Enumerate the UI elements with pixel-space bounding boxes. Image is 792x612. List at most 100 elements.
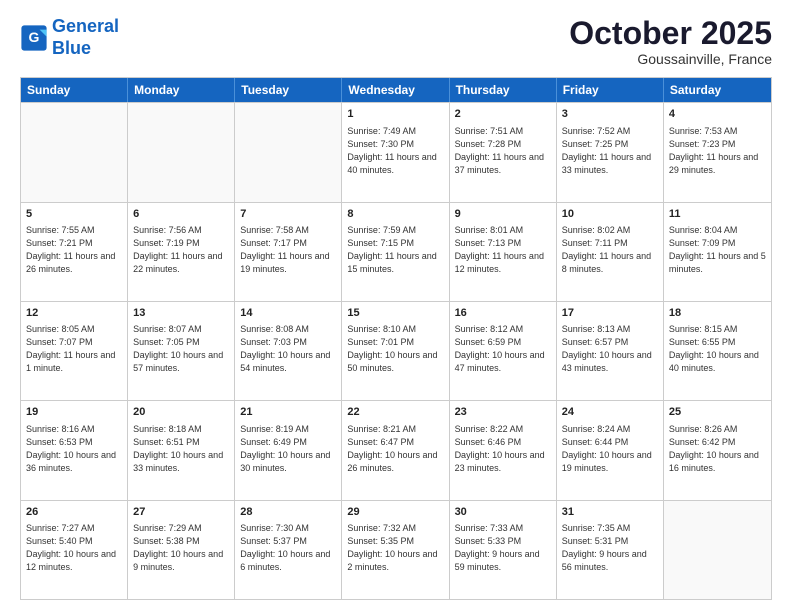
day-number: 28 [240,505,336,520]
logo: G General Blue [20,16,119,59]
day-number: 31 [562,505,658,520]
day-cell-31: 31 Sunrise: 7:35 AMSunset: 5:31 PMDayligh… [557,501,664,599]
day-number: 23 [455,405,551,420]
day-number: 11 [669,207,766,222]
day-number: 10 [562,207,658,222]
location-subtitle: Goussainville, France [569,51,772,67]
day-cell-28: 28 Sunrise: 7:30 AMSunset: 5:37 PMDayligh… [235,501,342,599]
day-number: 1 [347,107,443,122]
cell-info: Sunrise: 7:35 AMSunset: 5:31 PMDaylight:… [562,522,658,574]
day-cell-29: 29Sunrise: 7:32 AMSunset: 5:35 PMDayligh… [342,501,449,599]
day-cell-24: 24 Sunrise: 8:24 AMSunset: 6:44 PMDayligh… [557,401,664,499]
cell-info: Sunrise: 8:05 AMSunset: 7:07 PMDaylight:… [26,323,122,375]
day-number: 13 [133,306,229,321]
header-day-wednesday: Wednesday [342,78,449,102]
logo-line2: Blue [52,38,91,58]
day-number: 8 [347,207,443,222]
logo-line1: General [52,16,119,36]
cell-info: Sunrise: 8:01 AMSunset: 7:13 PMDaylight:… [455,224,551,276]
cell-info: Sunrise: 7:27 AMSunset: 5:40 PMDaylight:… [26,522,122,574]
day-number: 19 [26,405,122,420]
day-number: 26 [26,505,122,520]
header: G General Blue October 2025 Goussainvill… [20,16,772,67]
day-cell-16: 16 Sunrise: 8:12 AMSunset: 6:59 PMDayligh… [450,302,557,400]
day-number: 30 [455,505,551,520]
day-cell-22: 22 Sunrise: 8:21 AMSunset: 6:47 PMDayligh… [342,401,449,499]
day-cell-5: 5Sunrise: 7:55 AMSunset: 7:21 PMDaylight… [21,203,128,301]
title-block: October 2025 Goussainville, France [569,16,772,67]
cell-info: Sunrise: 8:18 AMSunset: 6:51 PMDaylight:… [133,423,229,475]
cell-info: Sunrise: 8:04 AMSunset: 7:09 PMDaylight:… [669,224,766,276]
day-number: 5 [26,207,122,222]
calendar-row-1: 5Sunrise: 7:55 AMSunset: 7:21 PMDaylight… [21,202,771,301]
day-cell-21: 21Sunrise: 8:19 AMSunset: 6:49 PMDayligh… [235,401,342,499]
day-cell-30: 30Sunrise: 7:33 AMSunset: 5:33 PMDayligh… [450,501,557,599]
cell-info: Sunrise: 8:24 AMSunset: 6:44 PMDaylight:… [562,423,658,475]
calendar-grid: SundayMondayTuesdayWednesdayThursdayFrid… [20,77,772,600]
header-day-saturday: Saturday [664,78,771,102]
day-cell-26: 26 Sunrise: 7:27 AMSunset: 5:40 PMDayligh… [21,501,128,599]
cell-info: Sunrise: 8:15 AMSunset: 6:55 PMDaylight:… [669,323,766,375]
day-number: 9 [455,207,551,222]
day-number: 17 [562,306,658,321]
day-number: 3 [562,107,658,122]
cell-info: Sunrise: 7:52 AMSunset: 7:25 PMDaylight:… [562,125,658,177]
cell-info: Sunrise: 7:56 AMSunset: 7:19 PMDaylight:… [133,224,229,276]
cell-info: Sunrise: 8:07 AMSunset: 7:05 PMDaylight:… [133,323,229,375]
day-number: 20 [133,405,229,420]
empty-cell [664,501,771,599]
cell-info: Sunrise: 7:58 AMSunset: 7:17 PMDaylight:… [240,224,336,276]
day-cell-13: 13 Sunrise: 8:07 AMSunset: 7:05 PMDayligh… [128,302,235,400]
cell-info: Sunrise: 7:30 AMSunset: 5:37 PMDaylight:… [240,522,336,574]
day-cell-12: 12 Sunrise: 8:05 AMSunset: 7:07 PMDayligh… [21,302,128,400]
day-cell-4: 4Sunrise: 7:53 AMSunset: 7:23 PMDaylight… [664,103,771,201]
day-number: 12 [26,306,122,321]
day-cell-6: 6 Sunrise: 7:56 AMSunset: 7:19 PMDaylight… [128,203,235,301]
day-number: 4 [669,107,766,122]
header-day-thursday: Thursday [450,78,557,102]
header-day-sunday: Sunday [21,78,128,102]
cell-info: Sunrise: 8:13 AMSunset: 6:57 PMDaylight:… [562,323,658,375]
cell-info: Sunrise: 8:12 AMSunset: 6:59 PMDaylight:… [455,323,551,375]
day-number: 6 [133,207,229,222]
cell-info: Sunrise: 8:08 AMSunset: 7:03 PMDaylight:… [240,323,336,375]
day-cell-1: 1 Sunrise: 7:49 AMSunset: 7:30 PMDaylight… [342,103,449,201]
day-number: 27 [133,505,229,520]
day-cell-15: 15 Sunrise: 8:10 AMSunset: 7:01 PMDayligh… [342,302,449,400]
day-cell-19: 19 Sunrise: 8:16 AMSunset: 6:53 PMDayligh… [21,401,128,499]
cell-info: Sunrise: 7:51 AMSunset: 7:28 PMDaylight:… [455,125,551,177]
day-cell-7: 7Sunrise: 7:58 AMSunset: 7:17 PMDaylight… [235,203,342,301]
day-number: 21 [240,405,336,420]
day-number: 22 [347,405,443,420]
cell-info: Sunrise: 7:29 AMSunset: 5:38 PMDaylight:… [133,522,229,574]
month-title: October 2025 [569,16,772,51]
day-number: 16 [455,306,551,321]
day-cell-23: 23 Sunrise: 8:22 AMSunset: 6:46 PMDayligh… [450,401,557,499]
cell-info: Sunrise: 8:02 AMSunset: 7:11 PMDaylight:… [562,224,658,276]
day-cell-9: 9 Sunrise: 8:01 AMSunset: 7:13 PMDaylight… [450,203,557,301]
day-number: 15 [347,306,443,321]
day-cell-10: 10 Sunrise: 8:02 AMSunset: 7:11 PMDayligh… [557,203,664,301]
cell-info: Sunrise: 8:22 AMSunset: 6:46 PMDaylight:… [455,423,551,475]
cell-info: Sunrise: 7:32 AMSunset: 5:35 PMDaylight:… [347,522,443,574]
cell-info: Sunrise: 7:49 AMSunset: 7:30 PMDaylight:… [347,125,443,177]
calendar-body: 1 Sunrise: 7:49 AMSunset: 7:30 PMDaylight… [21,102,771,599]
cell-info: Sunrise: 8:21 AMSunset: 6:47 PMDaylight:… [347,423,443,475]
day-cell-14: 14 Sunrise: 8:08 AMSunset: 7:03 PMDayligh… [235,302,342,400]
empty-cell [128,103,235,201]
day-cell-11: 11 Sunrise: 8:04 AMSunset: 7:09 PMDayligh… [664,203,771,301]
day-number: 14 [240,306,336,321]
calendar-row-0: 1 Sunrise: 7:49 AMSunset: 7:30 PMDaylight… [21,102,771,201]
cell-info: Sunrise: 8:16 AMSunset: 6:53 PMDaylight:… [26,423,122,475]
cell-info: Sunrise: 8:10 AMSunset: 7:01 PMDaylight:… [347,323,443,375]
day-number: 24 [562,405,658,420]
day-number: 2 [455,107,551,122]
calendar-row-4: 26 Sunrise: 7:27 AMSunset: 5:40 PMDayligh… [21,500,771,599]
calendar-page: G General Blue October 2025 Goussainvill… [0,0,792,612]
day-number: 18 [669,306,766,321]
day-number: 25 [669,405,766,420]
day-cell-8: 8 Sunrise: 7:59 AMSunset: 7:15 PMDaylight… [342,203,449,301]
logo-icon: G [20,24,48,52]
calendar-row-2: 12 Sunrise: 8:05 AMSunset: 7:07 PMDayligh… [21,301,771,400]
cell-info: Sunrise: 7:59 AMSunset: 7:15 PMDaylight:… [347,224,443,276]
